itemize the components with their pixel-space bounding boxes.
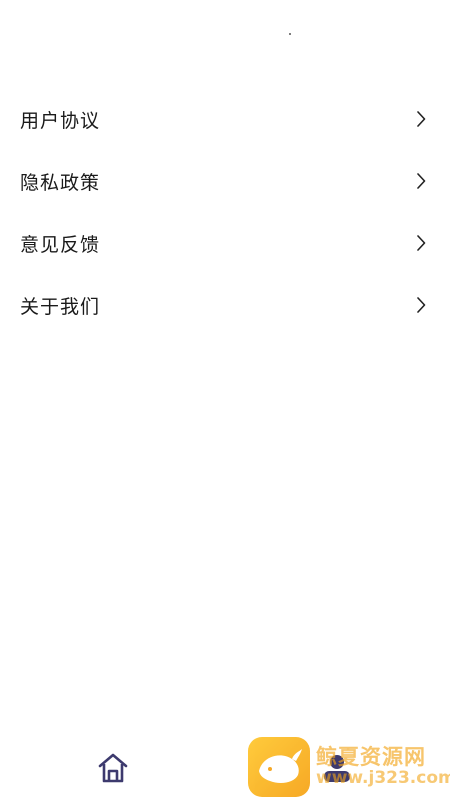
menu-item-feedback[interactable]: 意见反馈 [0,212,450,274]
whale-logo-icon [248,737,310,797]
menu-item-label: 关于我们 [20,295,101,318]
watermark: 鲸夏资源网 www.j323.com [248,737,450,797]
watermark-title: 鲸夏资源网 [316,745,426,770]
menu-item-privacy-policy[interactable]: 隐私政策 [0,150,450,212]
menu-item-label: 用户协议 [20,109,101,132]
menu-item-user-agreement[interactable]: 用户协议 [0,88,450,150]
chevron-right-icon [414,234,428,252]
chevron-right-icon [414,110,428,128]
menu-item-label: 隐私政策 [20,171,101,194]
home-icon [96,751,130,789]
menu-item-label: 意见反馈 [20,233,101,256]
settings-menu: 用户协议 隐私政策 意见反馈 关于我们 [0,88,450,336]
menu-item-about-us[interactable]: 关于我们 [0,274,450,336]
watermark-url: www.j323.com [316,768,450,789]
chevron-right-icon [414,296,428,314]
status-dot [289,33,291,35]
tab-home[interactable] [95,752,131,788]
chevron-right-icon [414,172,428,190]
